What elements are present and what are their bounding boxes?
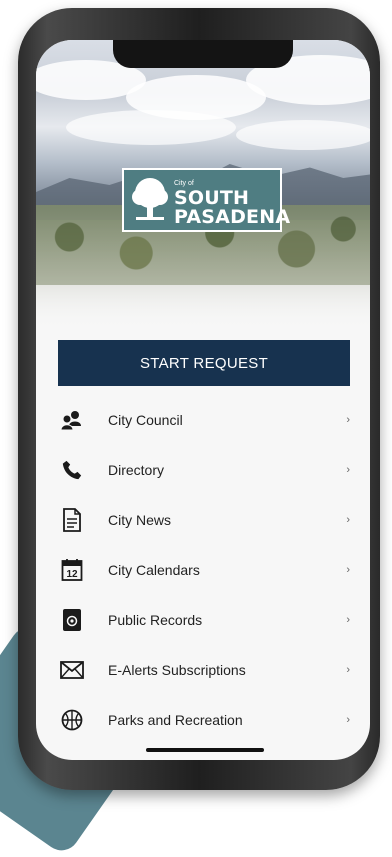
chevron-right-icon: › — [346, 664, 350, 676]
menu-label: E-Alerts Subscriptions — [108, 662, 246, 678]
main-menu: City Council › Directory › City News › 1… — [36, 395, 370, 745]
menu-item-city-news[interactable]: City News › — [36, 495, 370, 545]
menu-label: City Council — [108, 412, 183, 428]
tree-icon — [132, 178, 168, 220]
menu-item-public-records[interactable]: Public Records › — [36, 595, 370, 645]
envelope-icon — [60, 658, 84, 682]
phone-icon — [60, 458, 84, 482]
chevron-right-icon: › — [346, 514, 350, 526]
chevron-right-icon: › — [346, 714, 350, 726]
menu-label: City Calendars — [108, 562, 200, 578]
menu-label: City News — [108, 512, 172, 528]
home-indicator[interactable] — [146, 748, 264, 752]
start-request-button[interactable]: START REQUEST — [58, 340, 350, 386]
city-logo: City of SOUTH PASADENA — [122, 168, 290, 232]
menu-item-city-council[interactable]: City Council › — [36, 395, 370, 445]
logo-line-2: PASADENA — [174, 206, 291, 228]
logo-small-text: City of — [174, 180, 194, 187]
basketball-icon — [60, 708, 84, 732]
chevron-right-icon: › — [346, 564, 350, 576]
people-group-icon — [60, 408, 84, 432]
menu-item-e-alerts[interactable]: E-Alerts Subscriptions › — [36, 645, 370, 695]
app-screen: City of SOUTH PASADENA START REQUEST Cit… — [36, 40, 370, 760]
menu-item-directory[interactable]: Directory › — [36, 445, 370, 495]
hero-image: City of SOUTH PASADENA — [36, 40, 370, 330]
menu-label: Public Records — [108, 612, 203, 628]
calendar-icon: 12 — [60, 558, 84, 582]
menu-item-parks-recreation[interactable]: Parks and Recreation › — [36, 695, 370, 745]
calendar-day-text: 12 — [66, 569, 78, 580]
document-icon — [60, 508, 84, 532]
chevron-right-icon: › — [346, 614, 350, 626]
menu-label: Directory — [108, 462, 165, 478]
chevron-right-icon: › — [346, 464, 350, 476]
records-icon — [60, 608, 84, 632]
phone-notch — [113, 40, 293, 68]
menu-label: Parks and Recreation — [108, 712, 243, 728]
chevron-right-icon: › — [346, 414, 350, 426]
menu-item-city-calendars[interactable]: 12 City Calendars › — [36, 545, 370, 595]
